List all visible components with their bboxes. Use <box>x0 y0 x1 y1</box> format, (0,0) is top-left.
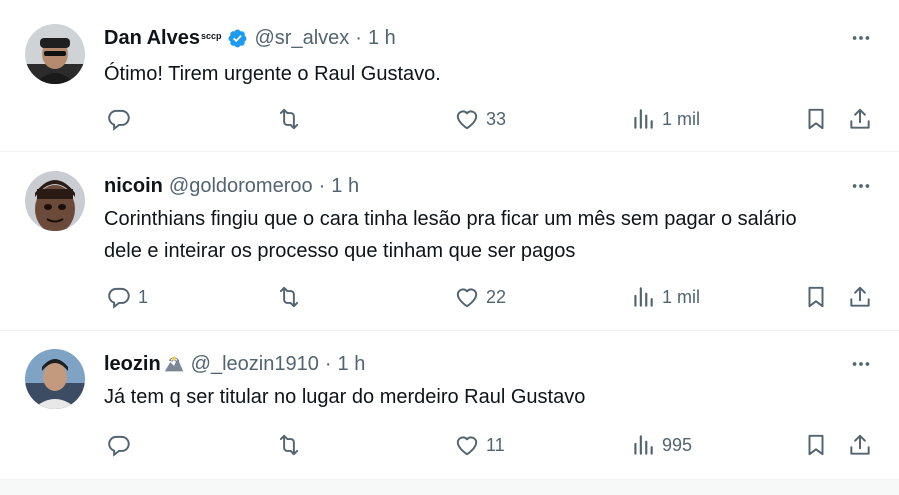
bookmark-button[interactable] <box>803 430 829 460</box>
verified-badge-icon <box>227 28 248 49</box>
timestamp[interactable]: 1 h <box>338 352 366 376</box>
author-handle[interactable]: @goldoromeroo <box>169 174 313 198</box>
retweet-icon <box>279 434 299 456</box>
bookmark-icon <box>808 108 824 130</box>
more-dots-icon[interactable] <box>849 352 873 376</box>
share-icon <box>850 434 870 455</box>
views-bar-chart-icon <box>634 435 653 455</box>
timeline-bottom-divider <box>0 480 899 495</box>
tweet-header: leozin @_leozin1910 · 1 h <box>104 352 365 376</box>
tweet-text: Já tem q ser titular no lugar do merdeir… <box>104 386 586 408</box>
reply-bubble-icon <box>108 109 130 131</box>
views-bar-chart-icon <box>634 287 653 307</box>
views-button[interactable]: 1 mil <box>630 104 700 134</box>
avatar-image <box>25 349 85 409</box>
like-button[interactable]: 33 <box>454 104 506 134</box>
views-button[interactable]: 995 <box>630 430 692 460</box>
reply-bubble-icon <box>108 287 130 309</box>
like-count: 22 <box>486 286 507 307</box>
tweet-text: Corinthians fingiu que o cara tinha lesã… <box>104 208 797 262</box>
views-bar-chart-icon <box>634 109 653 129</box>
retweet-icon <box>279 108 299 130</box>
views-count: 1 mil <box>662 108 701 129</box>
bookmark-icon <box>808 286 824 308</box>
heart-icon <box>456 288 478 308</box>
author-name[interactable]: nicoin <box>104 174 163 198</box>
tweet-text: Ótimo! Tirem urgente o Raul Gustavo. <box>104 63 441 85</box>
tweet-3[interactable]: leozin @_leozin1910 · 1 h Já tem q ser t… <box>0 331 899 480</box>
author-name-suffix: sccp <box>200 31 222 41</box>
avatar[interactable] <box>25 24 85 84</box>
author-handle[interactable]: @_leozin1910 <box>191 352 319 376</box>
eagle-emoji-icon <box>163 353 185 375</box>
reply-bubble-icon <box>108 435 130 457</box>
avatar[interactable] <box>25 349 85 409</box>
like-count: 11 <box>486 434 505 455</box>
separator-dot: · <box>355 27 362 49</box>
tweet-1[interactable]: Dan Alves sccp @sr_alvex · 1 h Ótimo! Ti… <box>0 0 899 152</box>
author-name[interactable]: Dan Alves <box>104 26 200 50</box>
timestamp[interactable]: 1 h <box>331 174 359 198</box>
bookmark-button[interactable] <box>803 104 829 134</box>
tweet-header: Dan Alves sccp @sr_alvex · 1 h <box>104 26 396 50</box>
tweet-2[interactable]: nicoin @goldoromeroo · 1 h Corinthians f… <box>0 152 899 331</box>
tweet-header: nicoin @goldoromeroo · 1 h <box>104 174 359 198</box>
share-button[interactable] <box>847 430 873 460</box>
retweet-icon <box>279 286 299 308</box>
like-button[interactable]: 11 <box>454 430 505 460</box>
action-bar: 33 1 mil <box>104 104 880 134</box>
author-handle[interactable]: @sr_alvex <box>254 26 349 50</box>
share-icon <box>850 286 870 307</box>
like-button[interactable]: 22 <box>454 282 506 312</box>
bookmark-button[interactable] <box>803 282 829 312</box>
author-name[interactable]: leozin <box>104 352 161 376</box>
reply-button[interactable]: 1 <box>106 282 148 312</box>
views-count: 995 <box>662 434 693 455</box>
separator-dot: · <box>318 175 326 197</box>
heart-icon <box>456 436 478 456</box>
reply-count: 1 <box>138 286 149 307</box>
share-icon <box>850 108 870 129</box>
reply-button[interactable] <box>106 104 138 134</box>
retweet-button[interactable] <box>276 282 308 312</box>
timestamp[interactable]: 1 h <box>368 26 396 50</box>
views-button[interactable]: 1 mil <box>630 282 700 312</box>
more-dots-icon[interactable] <box>849 174 873 198</box>
action-bar: 1 22 1 mil <box>104 282 880 312</box>
like-count: 33 <box>486 108 507 129</box>
more-dots-icon[interactable] <box>849 26 873 50</box>
action-bar: 11 995 <box>104 430 880 460</box>
avatar-image <box>25 24 85 84</box>
heart-icon <box>456 110 478 130</box>
share-button[interactable] <box>847 282 873 312</box>
views-count: 1 mil <box>662 286 701 307</box>
share-button[interactable] <box>847 104 873 134</box>
avatar-image <box>25 171 85 231</box>
bookmark-icon <box>808 434 824 456</box>
retweet-button[interactable] <box>276 430 308 460</box>
separator-dot: · <box>324 353 332 375</box>
avatar[interactable] <box>25 171 85 231</box>
retweet-button[interactable] <box>276 104 308 134</box>
reply-button[interactable] <box>106 430 138 460</box>
